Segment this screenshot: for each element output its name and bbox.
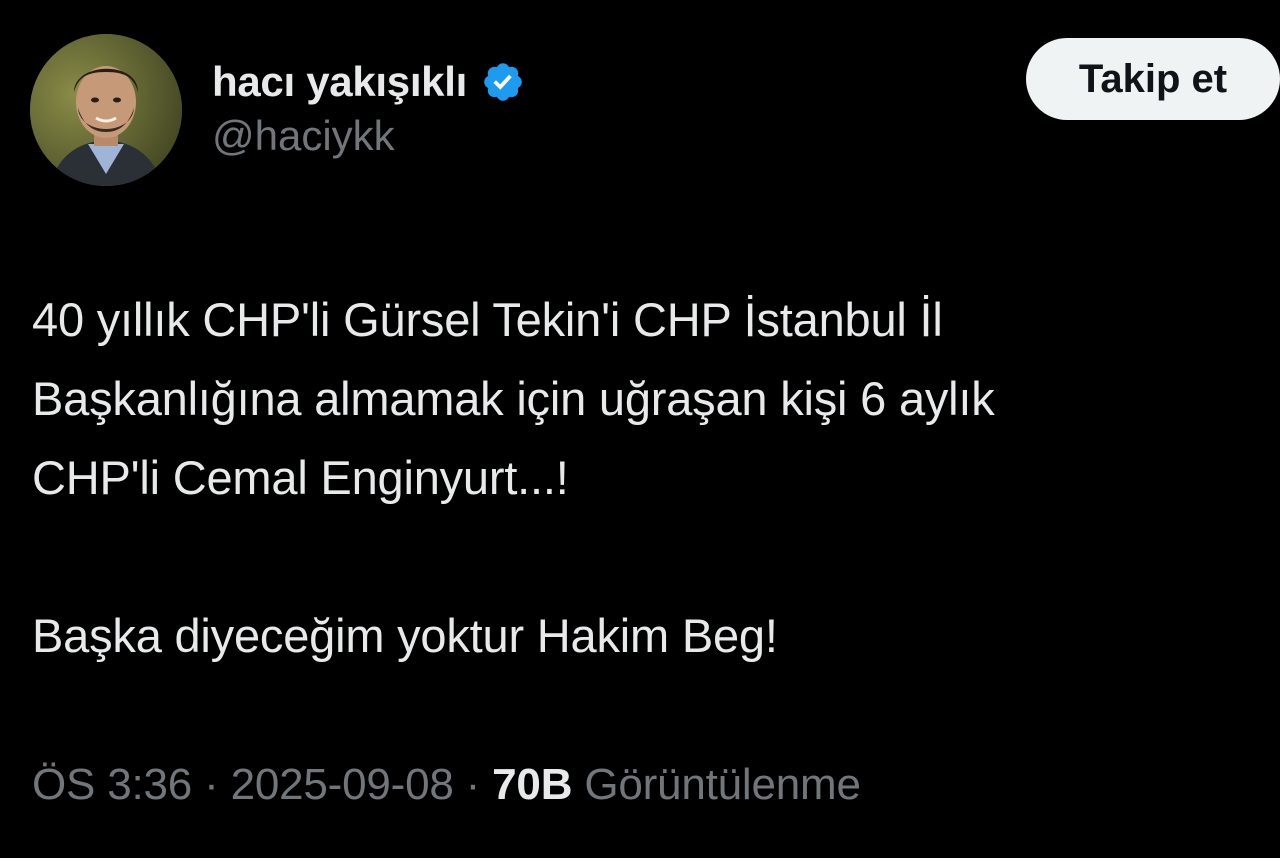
views-count[interactable]: 70B — [492, 760, 572, 809]
tweet-text: 40 yıllık CHP'li Gürsel Tekin'i CHP İsta… — [32, 280, 1252, 675]
views-label: Görüntülenme — [584, 760, 861, 809]
avatar[interactable] — [30, 34, 182, 186]
author-handle[interactable]: @haciykk — [212, 112, 525, 160]
tweet-text-line: Başkanlığına almamak için uğraşan kişi 6… — [32, 372, 995, 425]
tweet-meta: ÖS 3:36 · 2025-09-08 · 70B Görüntülenme — [32, 760, 861, 810]
avatar-image — [30, 34, 182, 186]
meta-separator: · — [192, 760, 231, 809]
tweet-text-line: CHP'li Cemal Enginyurt...! — [32, 451, 569, 504]
tweet-header: hacı yakışıklı @haciykk Takip et — [30, 34, 1280, 194]
display-name[interactable]: hacı yakışıklı — [212, 58, 467, 106]
verified-badge-icon[interactable] — [481, 60, 525, 104]
tweet-date[interactable]: 2025-09-08 — [231, 760, 454, 809]
tweet-time[interactable]: ÖS 3:36 — [32, 760, 192, 809]
display-name-row: hacı yakışıklı — [212, 54, 525, 110]
tweet-text-line: 40 yıllık CHP'li Gürsel Tekin'i CHP İsta… — [32, 293, 943, 346]
meta-separator: · — [453, 760, 493, 809]
author-names: hacı yakışıklı @haciykk — [212, 54, 525, 160]
follow-button[interactable]: Takip et — [1026, 38, 1280, 120]
tweet-card: hacı yakışıklı @haciykk Takip et 40 yıll… — [0, 0, 1280, 858]
tweet-text-line: Başka diyeceğim yoktur Hakim Beg! — [32, 609, 778, 662]
